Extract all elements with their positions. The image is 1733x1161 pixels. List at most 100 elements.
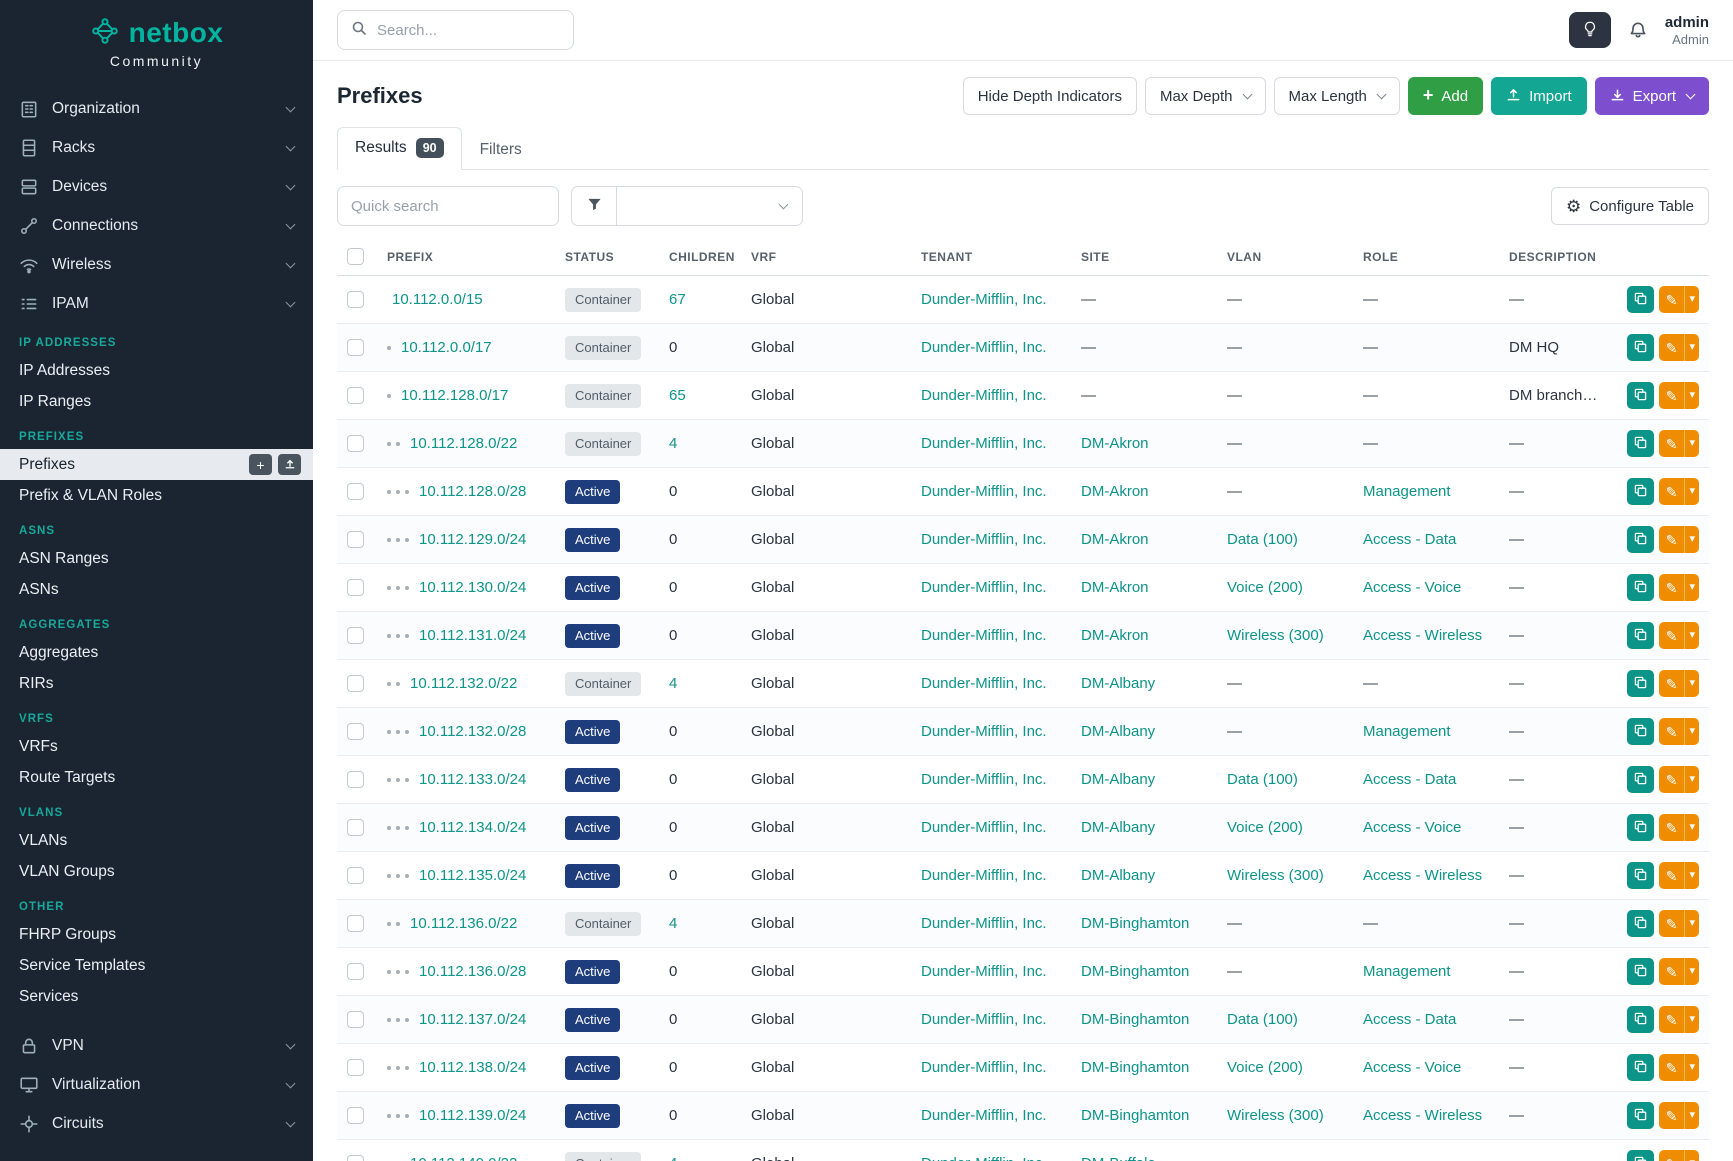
tenant-link[interactable]: Dunder-Mifflin, Inc. [921,291,1047,308]
tenant-link[interactable]: Dunder-Mifflin, Inc. [921,483,1047,500]
edit-button[interactable]: ✎ [1659,334,1685,361]
prefix-link[interactable]: 10.112.140.0/22 [410,1155,517,1161]
edit-button[interactable]: ✎ [1659,1102,1685,1129]
edit-dropdown-button[interactable]: ▾ [1684,766,1699,793]
edit-button[interactable]: ✎ [1659,622,1685,649]
edit-button[interactable]: ✎ [1659,478,1685,505]
copy-button[interactable] [1627,286,1654,313]
site-link[interactable]: DM-Akron [1081,579,1149,596]
edit-dropdown-button[interactable]: ▾ [1684,862,1699,889]
tab-filters[interactable]: Filters [462,130,540,170]
row-checkbox[interactable] [347,435,364,452]
edit-button[interactable]: ✎ [1659,718,1685,745]
vlan-link[interactable]: Wireless (300) [1227,1107,1324,1124]
children-count-link[interactable]: 67 [669,291,686,308]
role-link[interactable]: Access - Voice [1363,819,1461,836]
edit-dropdown-button[interactable]: ▾ [1684,430,1699,457]
copy-button[interactable] [1627,430,1654,457]
column-header-status[interactable]: STATUS [555,238,659,276]
row-checkbox[interactable] [347,819,364,836]
row-checkbox[interactable] [347,867,364,884]
row-checkbox[interactable] [347,387,364,404]
sidebar-item-vlans[interactable]: VLANs [0,825,313,856]
tenant-link[interactable]: Dunder-Mifflin, Inc. [921,1011,1047,1028]
row-checkbox[interactable] [347,963,364,980]
filter-icon-button[interactable] [571,186,617,226]
edit-button[interactable]: ✎ [1659,766,1685,793]
vlan-link[interactable]: Wireless (300) [1227,867,1324,884]
prefix-link[interactable]: 10.112.136.0/22 [410,915,517,932]
children-count-link[interactable]: 4 [669,435,677,452]
site-link[interactable]: DM-Binghamton [1081,915,1189,932]
tenant-link[interactable]: Dunder-Mifflin, Inc. [921,915,1047,932]
role-link[interactable]: Management [1363,963,1451,980]
tenant-link[interactable]: Dunder-Mifflin, Inc. [921,579,1047,596]
prefix-link[interactable]: 10.112.128.0/22 [410,435,517,452]
column-header-description[interactable]: DESCRIPTION [1499,238,1611,276]
tenant-link[interactable]: Dunder-Mifflin, Inc. [921,867,1047,884]
prefix-link[interactable]: 10.112.128.0/28 [419,483,526,500]
column-header-prefix[interactable]: PREFIX [377,238,555,276]
tenant-link[interactable]: Dunder-Mifflin, Inc. [921,531,1047,548]
copy-button[interactable] [1627,910,1654,937]
tenant-link[interactable]: Dunder-Mifflin, Inc. [921,435,1047,452]
select-all-checkbox[interactable] [347,248,364,265]
column-header-site[interactable]: SITE [1071,238,1217,276]
site-link[interactable]: DM-Akron [1081,531,1149,548]
prefix-link[interactable]: 10.112.133.0/24 [419,771,526,788]
copy-button[interactable] [1627,382,1654,409]
edit-dropdown-button[interactable]: ▾ [1684,478,1699,505]
edit-dropdown-button[interactable]: ▾ [1684,574,1699,601]
site-link[interactable]: DM-Albany [1081,675,1155,692]
vlan-link[interactable]: Data (100) [1227,1011,1298,1028]
row-checkbox[interactable] [347,483,364,500]
sidebar-item-connections[interactable]: Connections [0,206,313,245]
edit-dropdown-button[interactable]: ▾ [1684,382,1699,409]
import-button[interactable]: Import [1491,77,1587,115]
row-checkbox[interactable] [347,291,364,308]
sidebar-item-vpn[interactable]: VPN [0,1026,313,1065]
tenant-link[interactable]: Dunder-Mifflin, Inc. [921,627,1047,644]
row-checkbox[interactable] [347,1059,364,1076]
edit-dropdown-button[interactable]: ▾ [1684,814,1699,841]
edit-button[interactable]: ✎ [1659,574,1685,601]
edit-button[interactable]: ✎ [1659,1150,1685,1161]
copy-button[interactable] [1627,1054,1654,1081]
prefix-link[interactable]: 10.112.139.0/24 [419,1107,526,1124]
quick-search-input[interactable] [337,186,559,226]
sidebar-item-vlan-groups[interactable]: VLAN Groups [0,856,313,887]
filter-select[interactable] [617,186,803,226]
edit-dropdown-button[interactable]: ▾ [1684,622,1699,649]
row-checkbox[interactable] [347,339,364,356]
edit-dropdown-button[interactable]: ▾ [1684,334,1699,361]
import-icon-button[interactable] [278,454,301,475]
add-icon-button[interactable]: + [249,454,272,475]
prefix-link[interactable]: 10.112.137.0/24 [419,1011,526,1028]
edit-button[interactable]: ✎ [1659,286,1685,313]
role-link[interactable]: Management [1363,483,1451,500]
role-link[interactable]: Access - Wireless [1363,1107,1482,1124]
edit-dropdown-button[interactable]: ▾ [1684,1102,1699,1129]
row-checkbox[interactable] [347,723,364,740]
row-checkbox[interactable] [347,627,364,644]
prefix-link[interactable]: 10.112.135.0/24 [419,867,526,884]
edit-dropdown-button[interactable]: ▾ [1684,670,1699,697]
prefix-link[interactable]: 10.112.136.0/28 [419,963,526,980]
tenant-link[interactable]: Dunder-Mifflin, Inc. [921,771,1047,788]
vlan-link[interactable]: Wireless (300) [1227,627,1324,644]
row-checkbox[interactable] [347,1155,364,1161]
edit-dropdown-button[interactable]: ▾ [1684,718,1699,745]
global-search[interactable] [337,10,574,50]
copy-button[interactable] [1627,1150,1654,1161]
column-header-role[interactable]: ROLE [1353,238,1499,276]
prefix-link[interactable]: 10.112.0.0/17 [401,339,492,356]
prefix-link[interactable]: 10.112.0.0/15 [392,291,483,308]
edit-button[interactable]: ✎ [1659,526,1685,553]
sidebar-item-route-targets[interactable]: Route Targets [0,762,313,793]
max-depth-dropdown[interactable]: Max Depth [1145,77,1266,115]
role-link[interactable]: Management [1363,723,1451,740]
row-checkbox[interactable] [347,675,364,692]
sidebar-item-ip-addresses[interactable]: IP Addresses [0,355,313,386]
sidebar-item-prefixes[interactable]: Prefixes+ [0,449,313,480]
edit-button[interactable]: ✎ [1659,814,1685,841]
